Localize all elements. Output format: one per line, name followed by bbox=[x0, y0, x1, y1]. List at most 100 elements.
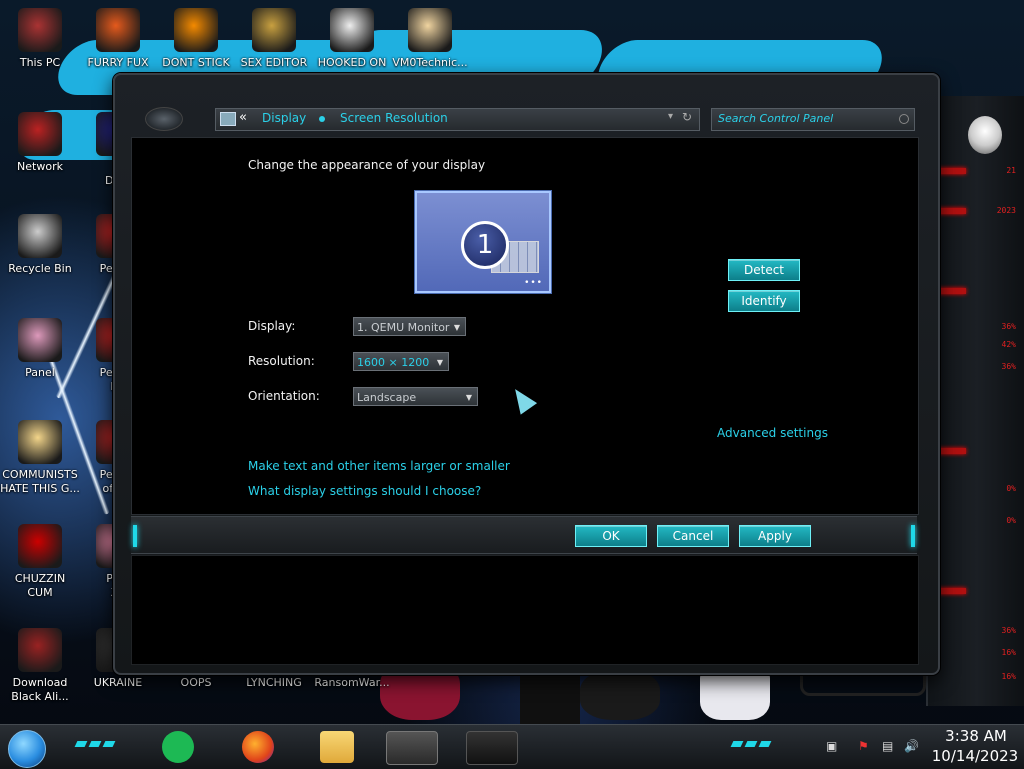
desktop-icon[interactable]: Panel bbox=[0, 318, 80, 380]
desktop-icon-label: SEX EDITOR bbox=[240, 56, 308, 69]
lower-pane bbox=[131, 555, 919, 665]
chevron-down-icon: ▼ bbox=[465, 393, 472, 402]
resolution-select-value: 1600 × 1200 bbox=[357, 356, 430, 369]
start-button[interactable] bbox=[8, 730, 46, 768]
desktop-icon-label: Panel bbox=[25, 366, 55, 379]
desktop-icon-label: HOOKED ON bbox=[317, 56, 387, 69]
vlc-icon bbox=[174, 8, 218, 52]
desktop-icon[interactable]: VM0Technic... bbox=[390, 8, 470, 70]
resolution-select[interactable]: 1600 × 1200 ▼ bbox=[353, 352, 449, 371]
cartoon-girl-icon bbox=[18, 420, 62, 464]
apply-button[interactable]: Apply bbox=[739, 525, 811, 547]
desktop-icon-label: DONT STICK bbox=[162, 56, 230, 69]
content-pane: Change the appearance of your display 1 … bbox=[131, 137, 919, 515]
display-help-link[interactable]: What display settings should I choose? bbox=[248, 484, 481, 498]
desktop-icon[interactable]: FURRY FUX bbox=[78, 8, 158, 70]
orientation-select[interactable]: Landscape ▼ bbox=[353, 387, 478, 406]
page-title: Change the appearance of your display bbox=[248, 158, 486, 172]
gadget-readout: 0% bbox=[1006, 516, 1016, 525]
spotify-icon[interactable] bbox=[162, 731, 194, 763]
desktop-icon[interactable]: SEX EDITOR bbox=[234, 8, 314, 70]
desktop-icon-label: VM0Technic... bbox=[392, 56, 468, 69]
orientation-select-value: Landscape bbox=[357, 391, 417, 404]
network-tray-icon[interactable]: ▤ bbox=[882, 739, 893, 753]
breadcrumb-screen-resolution[interactable]: Screen Resolution bbox=[340, 111, 448, 125]
search-input[interactable]: Search Control Panel bbox=[711, 108, 915, 131]
refresh-icon[interactable]: ↻ bbox=[682, 110, 692, 124]
cancel-button[interactable]: Cancel bbox=[657, 525, 729, 547]
address-bar[interactable]: « Display Screen Resolution ▾ ↻ bbox=[215, 108, 700, 131]
breadcrumb-separator-icon bbox=[319, 116, 325, 122]
monitor-dots: ••• bbox=[524, 278, 543, 288]
alienware-app-icon[interactable] bbox=[466, 731, 518, 765]
desktop-icon[interactable]: COMMUNISTS HATE THIS G... bbox=[0, 420, 80, 496]
text-size-link[interactable]: Make text and other items larger or smal… bbox=[248, 459, 510, 473]
volume-icon[interactable]: 🔊 bbox=[904, 739, 919, 753]
desktop-icon[interactable]: CHUZZIN CUM bbox=[0, 524, 80, 600]
desktop-icon-label: FURRY FUX bbox=[87, 56, 149, 69]
advanced-settings-link[interactable]: Advanced settings bbox=[717, 426, 828, 440]
system-monitor-gadget: 21 2023 36% 42% 36% 0% 0% 36% 16% 16% bbox=[926, 96, 1024, 706]
desktop-icon-label: RansomWar... bbox=[314, 676, 390, 689]
desktop-icon[interactable]: Network bbox=[0, 112, 80, 174]
doctor-icon bbox=[408, 8, 452, 52]
gadget-readout: 2023 bbox=[996, 206, 1016, 215]
identify-button[interactable]: Identify bbox=[728, 290, 800, 312]
gadget-readout: 16% bbox=[1001, 648, 1016, 657]
bar-accent bbox=[133, 525, 137, 547]
desktop-icon-label: Network bbox=[17, 160, 63, 173]
alien-download-icon bbox=[18, 628, 62, 672]
desktop-icon[interactable]: Download Black Ali... bbox=[0, 628, 80, 704]
breadcrumb-overflow-icon[interactable]: « bbox=[239, 110, 247, 125]
screen-resolution-window: « Display Screen Resolution ▾ ↻ Search C… bbox=[113, 73, 940, 675]
clock-time[interactable]: 3:38 AM bbox=[936, 727, 1016, 745]
this-pc-icon bbox=[18, 8, 62, 52]
display-select[interactable]: 1. QEMU Monitor ▼ bbox=[353, 317, 466, 336]
desktop-icon-label: Download Black Ali... bbox=[11, 676, 69, 703]
display-label: Display: bbox=[248, 319, 296, 333]
gadget-readout: 36% bbox=[1001, 322, 1016, 331]
desktop-icon[interactable]: This PC bbox=[0, 8, 80, 70]
ok-button[interactable]: OK bbox=[575, 525, 647, 547]
clock-date[interactable]: 10/14/2023 bbox=[930, 747, 1020, 765]
desktop-icon-label: CHUZZIN CUM bbox=[14, 572, 66, 599]
breadcrumb-display[interactable]: Display bbox=[262, 111, 306, 125]
desktop-icon[interactable]: DONT STICK bbox=[156, 8, 236, 70]
mouse-cursor-icon bbox=[506, 383, 538, 415]
network-icon bbox=[18, 112, 62, 156]
gadget-readout: 21 bbox=[1006, 166, 1016, 175]
chevron-down-icon[interactable]: ▾ bbox=[668, 111, 673, 122]
monitor-preview[interactable]: 1 ••• bbox=[415, 191, 551, 293]
taskbar: ▣ ⚑ ▤ 🔊 3:38 AM 10/14/2023 bbox=[0, 724, 1024, 769]
detect-button[interactable]: Detect bbox=[728, 259, 800, 281]
maze-icon bbox=[330, 8, 374, 52]
chevron-down-icon: ▼ bbox=[453, 323, 460, 332]
desktop-icon[interactable]: HOOKED ON bbox=[312, 8, 392, 70]
screen-resolution-window-icon[interactable] bbox=[386, 731, 438, 765]
search-icon[interactable] bbox=[899, 114, 909, 124]
firefox-icon[interactable] bbox=[242, 731, 274, 763]
desktop-icon-label: LYNCHING bbox=[246, 676, 302, 689]
control-panel-icon bbox=[18, 318, 62, 362]
nav-back-forward-icon[interactable] bbox=[145, 107, 183, 131]
dialog-button-bar: OK Cancel Apply bbox=[131, 516, 917, 554]
desktop-icon-label: UKRAINE bbox=[93, 676, 143, 689]
hxd-icon bbox=[252, 8, 296, 52]
gadget-readout: 0% bbox=[1006, 484, 1016, 493]
gadget-readout: 36% bbox=[1001, 626, 1016, 635]
firefox-icon bbox=[96, 8, 140, 52]
search-placeholder: Search Control Panel bbox=[718, 112, 834, 125]
action-center-flag-icon[interactable]: ⚑ bbox=[858, 739, 869, 753]
display-select-value: 1. QEMU Monitor bbox=[357, 321, 450, 334]
recycle-bin-icon bbox=[18, 214, 62, 258]
orientation-label: Orientation: bbox=[248, 389, 320, 403]
monitor-number-badge: 1 bbox=[461, 221, 509, 269]
desktop-icon[interactable]: Recycle Bin bbox=[0, 214, 80, 276]
alien-logo-icon bbox=[968, 116, 1002, 154]
desktop-icon-label: OOPS bbox=[180, 676, 212, 689]
gadget-readout: 36% bbox=[1001, 362, 1016, 371]
bar-accent bbox=[911, 525, 915, 547]
chuzzle-icon bbox=[18, 524, 62, 568]
file-explorer-icon[interactable] bbox=[320, 731, 354, 763]
tray-app-icon[interactable]: ▣ bbox=[826, 739, 837, 753]
